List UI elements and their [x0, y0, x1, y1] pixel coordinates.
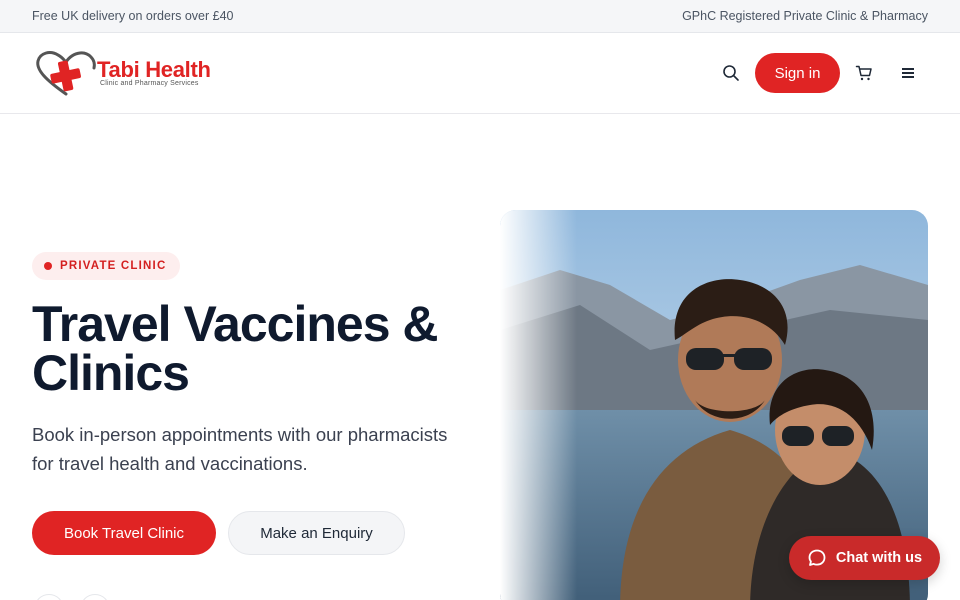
logo[interactable]: Tabi Health Clinic and Pharmacy Services: [34, 48, 234, 98]
logo-tagline: Clinic and Pharmacy Services: [100, 80, 199, 87]
badge-label: PRIVATE CLINIC: [60, 260, 167, 272]
carousel-dot[interactable]: [34, 594, 64, 600]
menu-button[interactable]: [896, 61, 920, 85]
registration-notice: GPhC Registered Private Clinic & Pharmac…: [682, 9, 928, 23]
hero-title: Travel Vaccines & Clinics: [32, 296, 439, 401]
cart-icon: [855, 65, 872, 81]
announcement-bar: Free UK delivery on orders over £40 GPhC…: [0, 0, 960, 33]
private-clinic-badge: PRIVATE CLINIC: [32, 252, 181, 280]
hamburger-menu-icon: [902, 68, 914, 78]
site-header: Tabi Health Clinic and Pharmacy Services…: [0, 33, 960, 114]
cart-button[interactable]: [852, 61, 876, 85]
make-enquiry-button[interactable]: Make an Enquiry: [228, 511, 405, 555]
search-button[interactable]: [719, 61, 743, 85]
chat-bubble-icon: [808, 549, 826, 566]
hero-subtitle: Book in-person appointments with our pha…: [32, 424, 448, 474]
search-icon: [723, 65, 739, 81]
delivery-notice: Free UK delivery on orders over £40: [32, 9, 234, 23]
sign-in-button[interactable]: Sign in: [755, 53, 840, 93]
badge-dot-icon: [44, 262, 52, 270]
book-travel-clinic-button[interactable]: Book Travel Clinic: [32, 511, 216, 555]
heart-cross-logo-icon: [36, 51, 96, 96]
chat-label: Chat with us: [835, 550, 923, 566]
carousel-dot[interactable]: [80, 594, 110, 600]
chat-with-us-button[interactable]: Chat with us: [789, 536, 940, 580]
